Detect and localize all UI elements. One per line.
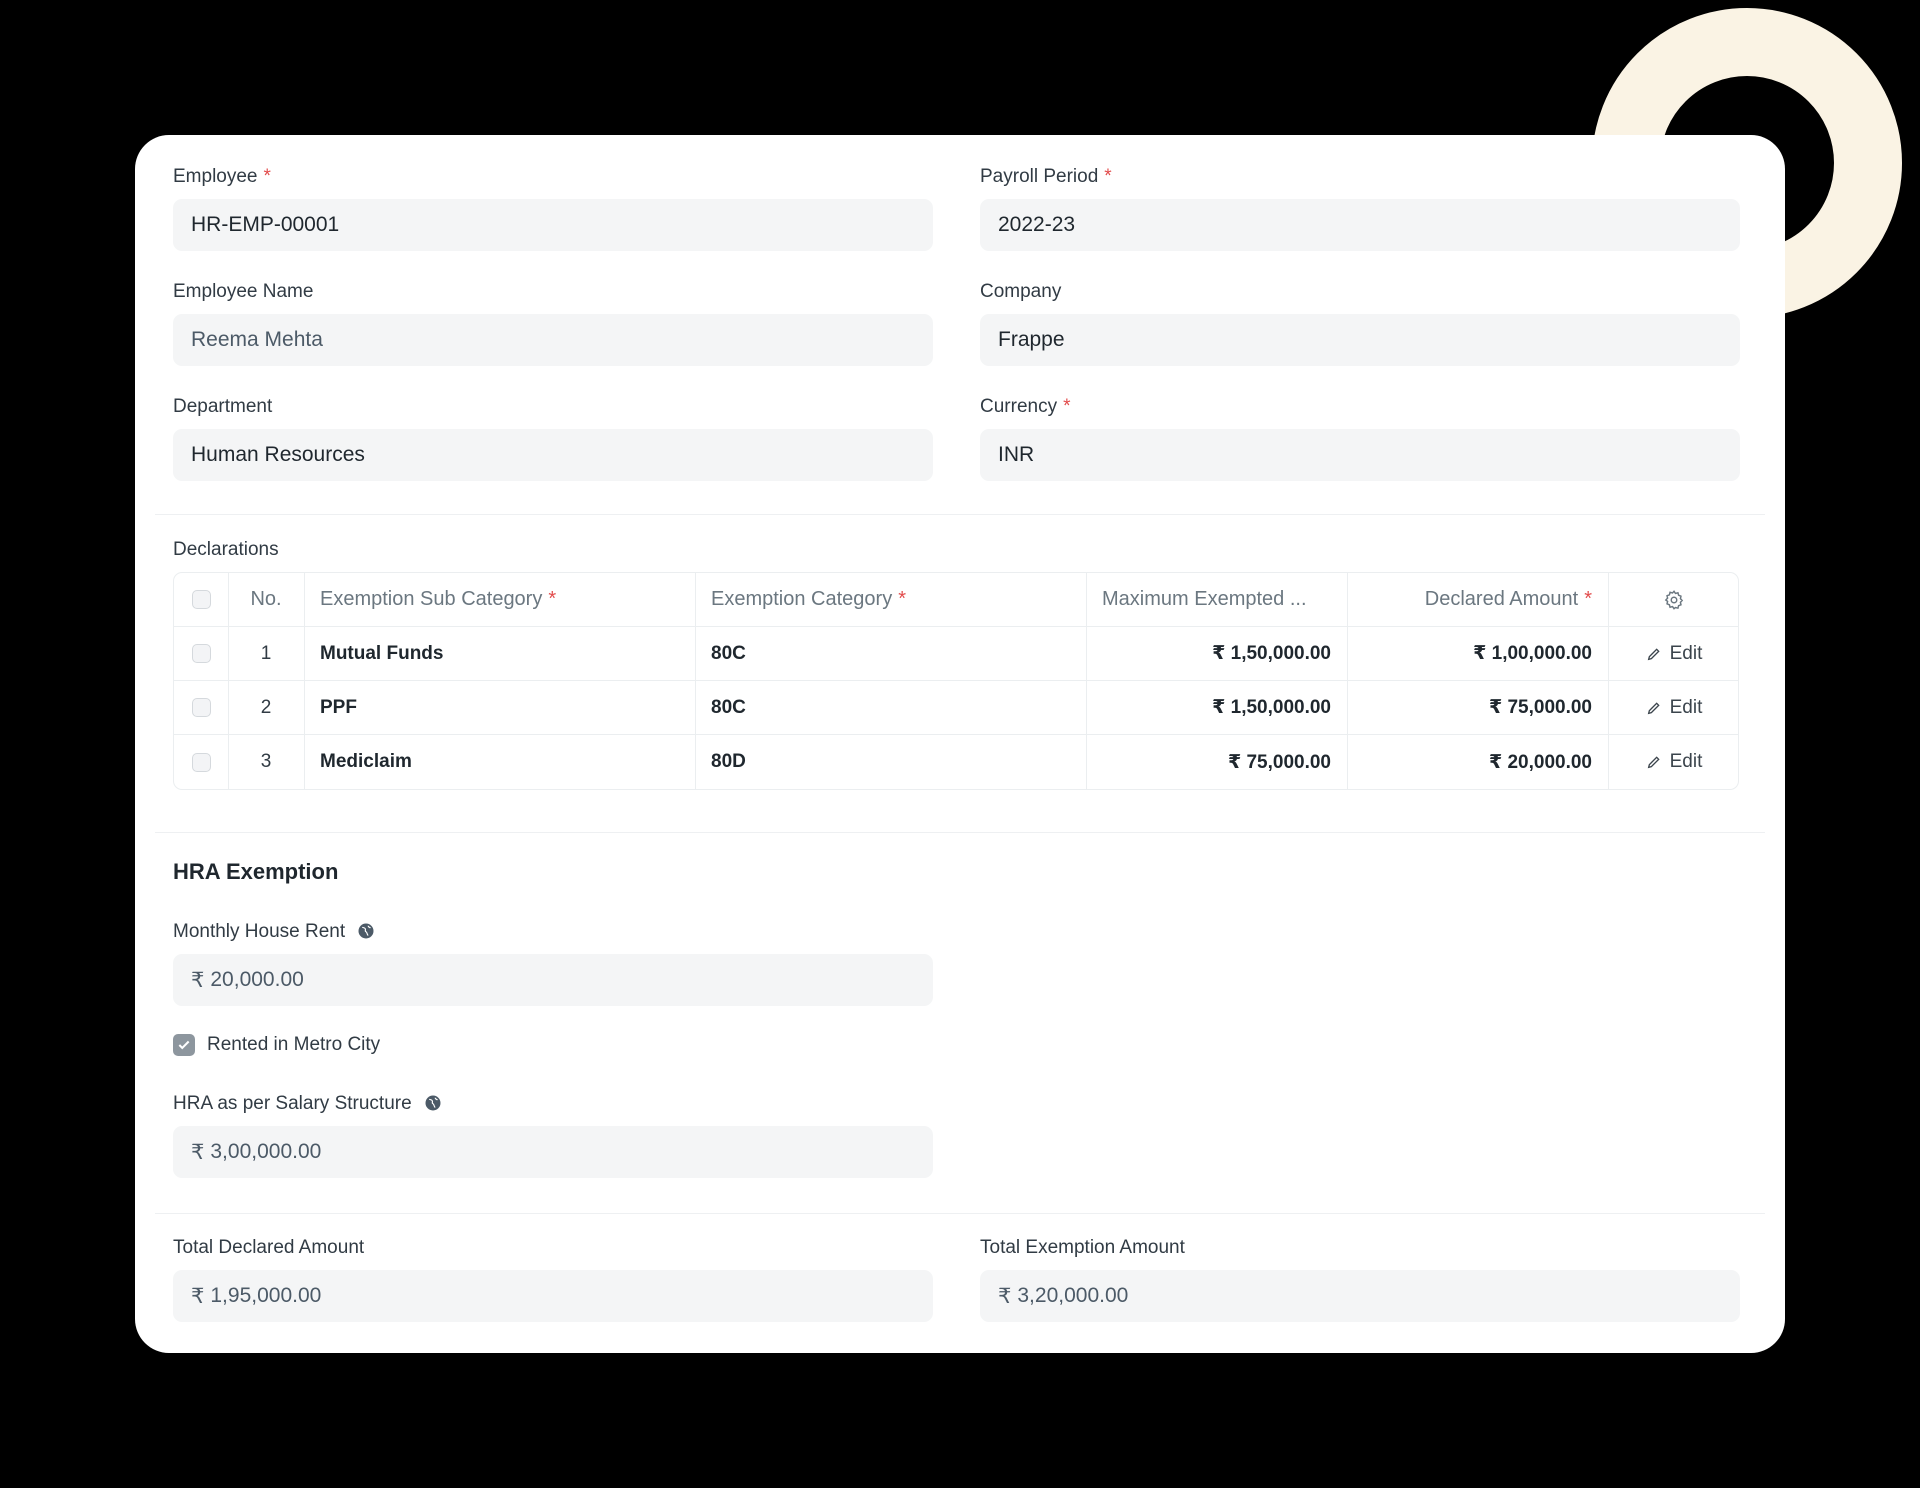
- row-checkbox[interactable]: [191, 644, 211, 663]
- column-declared[interactable]: Declared Amount *: [1347, 573, 1592, 626]
- row-declared[interactable]: ₹ 75,000.00: [1347, 681, 1592, 734]
- total-exemption-field: ₹3,20,000.00: [980, 1270, 1740, 1322]
- hra-section-title: HRA Exemption: [173, 859, 339, 884]
- section-divider: [155, 514, 1765, 515]
- section-divider: [155, 832, 1765, 833]
- department-field[interactable]: Human Resources: [173, 429, 933, 481]
- total-exemption-value: 3,20,000.00: [1017, 1284, 1129, 1307]
- declarations-label: Declarations: [173, 539, 279, 560]
- department-value: Human Resources: [191, 443, 365, 466]
- form-card: Employee * HR-EMP-00001 Payroll Period * 2…: [135, 135, 1785, 1353]
- table-header: No. Exemption Sub Category * Exemption Ca…: [174, 573, 1738, 627]
- metro-city-checkbox[interactable]: [173, 1034, 195, 1056]
- company-label: Company: [980, 281, 1062, 302]
- total-declared-field: ₹1,95,000.00: [173, 1270, 933, 1322]
- department-label: Department: [173, 396, 273, 417]
- total-declared-label: Total Declared Amount: [173, 1237, 365, 1258]
- globe-icon: [425, 1095, 441, 1111]
- row-category[interactable]: 80C: [711, 627, 1081, 680]
- section-divider: [155, 1213, 1765, 1214]
- hra-salary-label: HRA as per Salary Structure: [173, 1093, 442, 1115]
- pencil-icon: [1647, 701, 1660, 714]
- row-category[interactable]: 80C: [711, 681, 1081, 734]
- employee-value: HR-EMP-00001: [191, 213, 340, 236]
- company-field[interactable]: Frappe: [980, 314, 1740, 366]
- hra-salary-field[interactable]: ₹3,00,000.00: [173, 1126, 933, 1178]
- row-no: 2: [260, 696, 272, 718]
- row-max-exempted: ₹ 1,50,000.00: [1212, 643, 1331, 664]
- employee-name-field: Reema Mehta: [173, 314, 933, 366]
- row-checkbox[interactable]: [191, 698, 211, 717]
- row-sub-category[interactable]: PPF: [320, 681, 690, 734]
- payroll-period-label: Payroll Period *: [980, 166, 1112, 187]
- metro-city-label: Rented in Metro City: [207, 1034, 381, 1055]
- globe-icon: [358, 923, 374, 939]
- total-exemption-label: Total Exemption Amount: [980, 1237, 1185, 1258]
- row-max-exempted: ₹ 1,50,000.00: [1212, 697, 1331, 718]
- pencil-icon: [1647, 756, 1660, 769]
- edit-row-button[interactable]: Edit: [1646, 643, 1702, 665]
- select-all-checkbox[interactable]: [191, 590, 211, 609]
- row-category[interactable]: 80D: [711, 735, 1081, 789]
- column-sub-category[interactable]: Exemption Sub Category *: [320, 573, 690, 626]
- row-declared[interactable]: ₹ 20,000.00: [1347, 735, 1592, 789]
- pencil-icon: [1647, 647, 1660, 660]
- declarations-table: No. Exemption Sub Category * Exemption Ca…: [173, 572, 1739, 790]
- currency-label: Currency *: [980, 396, 1071, 417]
- row-no: 1: [260, 642, 272, 664]
- monthly-rent-label: Monthly House Rent: [173, 921, 375, 943]
- employee-name-label: Employee Name: [173, 281, 314, 302]
- table-row[interactable]: 2 PPF 80C ₹ 1,50,000.00 ₹ 75,000.00 Edit: [174, 681, 1738, 735]
- employee-label: Employee *: [173, 166, 271, 187]
- gear-icon[interactable]: [1608, 573, 1738, 626]
- monthly-rent-value: 20,000.00: [210, 968, 304, 991]
- currency-field[interactable]: INR: [980, 429, 1740, 481]
- table-row[interactable]: 3 Mediclaim 80D ₹ 75,000.00 ₹ 20,000.00 …: [174, 735, 1738, 789]
- column-category[interactable]: Exemption Category *: [711, 573, 1081, 626]
- employee-name-value: Reema Mehta: [191, 328, 323, 351]
- hra-salary-value: 3,00,000.00: [210, 1140, 322, 1163]
- payroll-period-value: 2022-23: [998, 213, 1076, 236]
- total-declared-value: 1,95,000.00: [210, 1284, 322, 1307]
- edit-row-button[interactable]: Edit: [1646, 697, 1702, 719]
- row-declared[interactable]: ₹ 1,00,000.00: [1347, 627, 1592, 680]
- employee-field[interactable]: HR-EMP-00001: [173, 199, 933, 251]
- edit-row-button[interactable]: Edit: [1646, 751, 1702, 773]
- row-sub-category[interactable]: Mediclaim: [320, 735, 690, 789]
- table-row[interactable]: 1 Mutual Funds 80C ₹ 1,50,000.00 ₹ 1,00,…: [174, 627, 1738, 681]
- row-no: 3: [260, 751, 272, 772]
- row-checkbox[interactable]: [191, 752, 211, 772]
- column-no: No.: [250, 588, 282, 610]
- column-max-exempted[interactable]: Maximum Exempted ...: [1102, 573, 1342, 626]
- monthly-rent-field[interactable]: ₹20,000.00: [173, 954, 933, 1006]
- payroll-period-field[interactable]: 2022-23: [980, 199, 1740, 251]
- row-max-exempted: ₹ 75,000.00: [1227, 751, 1331, 773]
- currency-value: INR: [998, 443, 1035, 466]
- company-value: Frappe: [998, 328, 1065, 351]
- row-sub-category[interactable]: Mutual Funds: [320, 627, 690, 680]
- check-icon: [178, 1040, 190, 1050]
